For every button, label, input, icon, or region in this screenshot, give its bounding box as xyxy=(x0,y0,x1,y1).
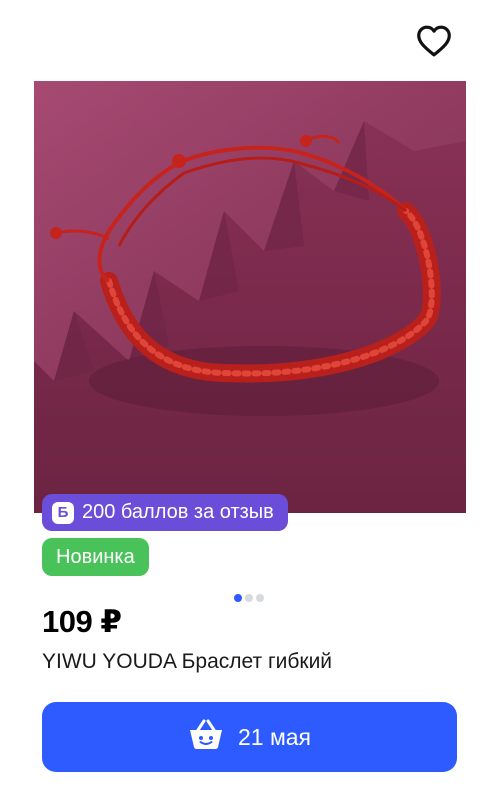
gallery-dot[interactable] xyxy=(256,594,264,602)
favorite-button[interactable] xyxy=(410,22,458,64)
bonus-b-icon: Б xyxy=(52,501,74,524)
new-badge: Новинка xyxy=(42,538,149,576)
gallery-dot[interactable] xyxy=(245,594,253,602)
heart-outline-icon xyxy=(416,25,452,62)
add-to-cart-button[interactable]: 21 мая xyxy=(42,702,457,772)
product-image[interactable] xyxy=(34,81,466,513)
product-price: 109 ₽ xyxy=(42,604,122,639)
delivery-date-label: 21 мая xyxy=(237,723,312,750)
points-badge: Б 200 баллов за отзыв xyxy=(42,494,288,531)
gallery-dots xyxy=(234,594,264,602)
gallery-dot-active[interactable] xyxy=(234,594,242,602)
points-badge-label: 200 баллов за отзыв xyxy=(82,501,274,523)
new-badge-label: Новинка xyxy=(56,545,135,568)
basket-icon xyxy=(188,718,224,756)
product-title[interactable]: YIWU YOUDA Браслет гибкий xyxy=(42,650,332,674)
